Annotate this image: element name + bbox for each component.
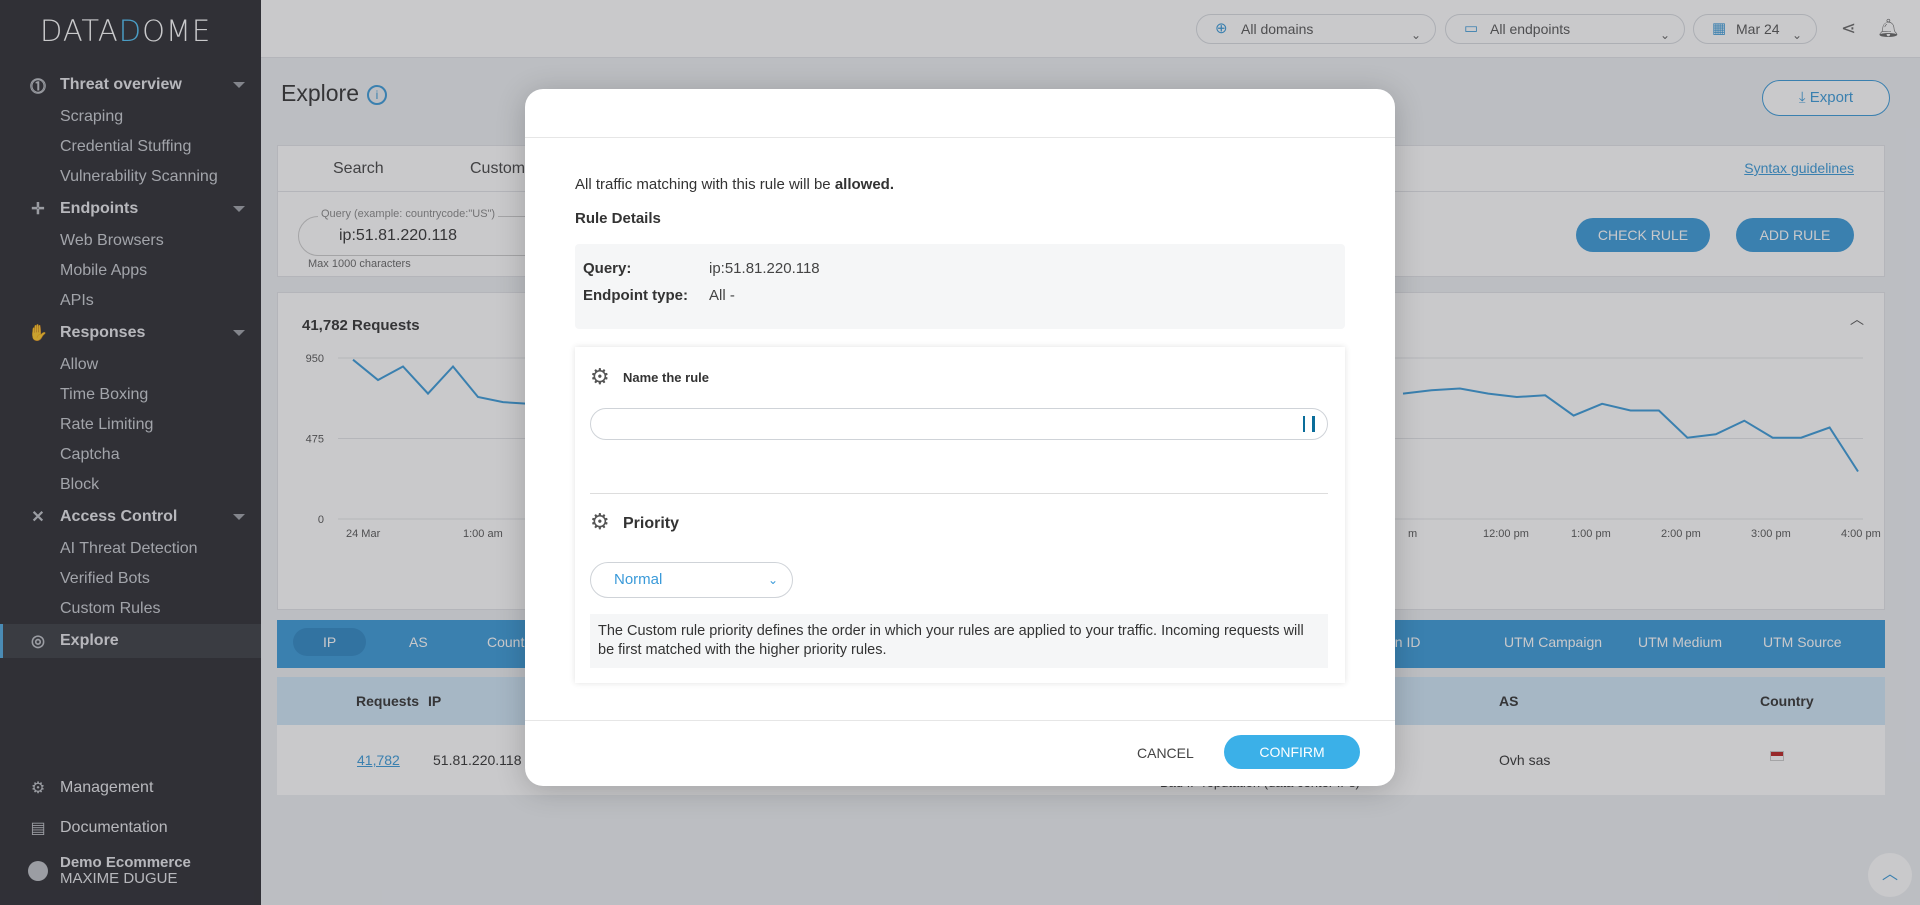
- endpoint-type-label: Endpoint type:: [583, 287, 688, 304]
- priority-label: Priority: [623, 515, 680, 532]
- modal-footer-divider: [525, 720, 1395, 721]
- divider: [590, 493, 1328, 494]
- rule-details-heading: Rule Details: [575, 210, 661, 227]
- cancel-button[interactable]: CANCEL: [1137, 745, 1194, 761]
- name-rule-label: Name the rule: [623, 370, 709, 385]
- password-manager-icon[interactable]: [1303, 416, 1315, 432]
- priority-select[interactable]: Normal ⌄: [590, 562, 793, 598]
- gears-icon: ⚙: [590, 510, 610, 535]
- rule-name-input[interactable]: [590, 408, 1328, 440]
- modal-intro: All traffic matching with this rule will…: [575, 176, 895, 193]
- gears-icon: ⚙: [590, 365, 610, 390]
- chevron-down-icon: ⌄: [767, 573, 778, 587]
- confirm-button[interactable]: CONFIRM: [1224, 735, 1360, 769]
- rule-details-panel: Query: ip:51.81.220.118 Endpoint type: A…: [575, 244, 1345, 329]
- query-value: ip:51.81.220.118: [709, 260, 820, 277]
- allow-rule-modal: All traffic matching with this rule will…: [525, 89, 1395, 786]
- rule-settings-panel: ⚙ Name the rule ⚙ Priority Normal ⌄ The C…: [575, 347, 1345, 683]
- priority-note: The Custom rule priority defines the ord…: [590, 614, 1328, 668]
- endpoint-type-value: All -: [709, 287, 735, 304]
- query-label: Query:: [583, 260, 632, 277]
- modal-header: [525, 89, 1395, 138]
